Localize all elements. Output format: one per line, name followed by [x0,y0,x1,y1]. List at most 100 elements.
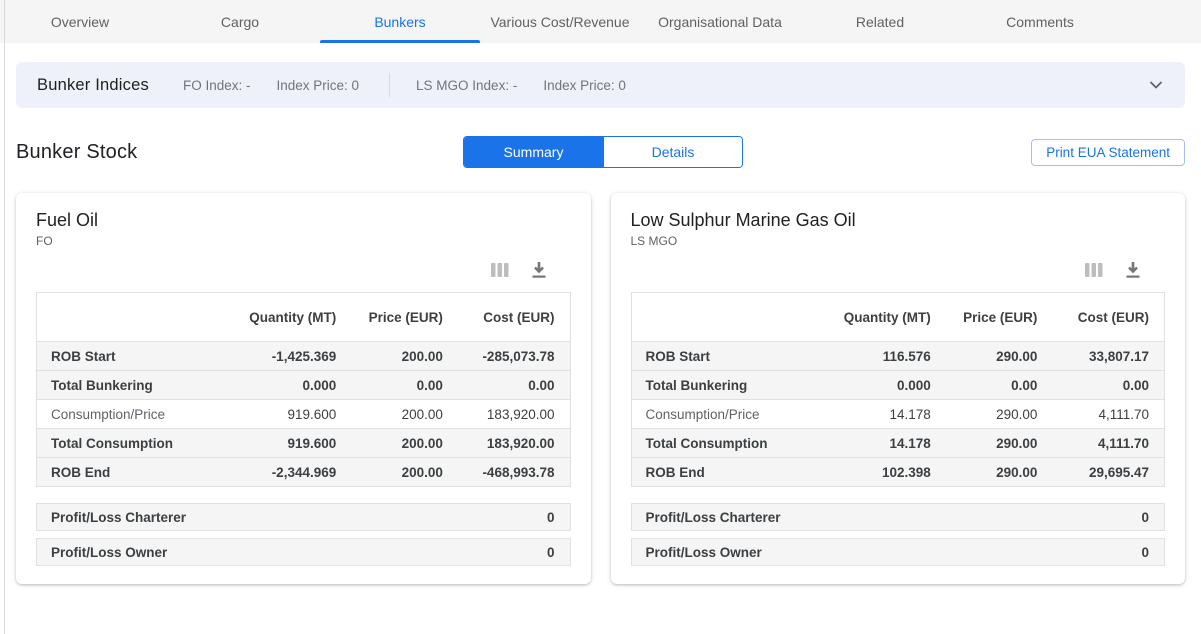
tab-bar: Overview Cargo Bunkers Various Cost/Reve… [0,0,1201,43]
page-title: Bunker Stock [16,141,137,164]
details-toggle-button[interactable]: Details [603,137,742,167]
ls-mgo-table: Quantity (MT) Price (EUR) Cost (EUR) ROB… [631,292,1166,487]
row-price: 290.00 [946,400,1053,429]
row-cost: 183,920.00 [458,400,570,429]
tab-comments[interactable]: Comments [960,0,1120,43]
bunker-indices-title: Bunker Indices [37,76,149,95]
table-actions [36,260,547,280]
row-label: ROB Start [37,342,218,371]
row-cost: -468,993.78 [458,458,570,487]
pl-value: 0 [1141,510,1149,525]
row-price: 0.00 [351,371,458,400]
table-row-total-bunkering: Total Bunkering 0.000 0.00 0.00 [631,371,1165,400]
row-price: 200.00 [351,429,458,458]
fo-index-price: Index Price: 0 [276,78,359,93]
table-header-row: Quantity (MT) Price (EUR) Cost (EUR) [37,293,571,342]
print-eua-statement-button[interactable]: Print EUA Statement [1031,139,1185,166]
row-qty: 0.000 [812,371,945,400]
row-qty: -2,344.969 [218,458,351,487]
row-cost: 4,111.70 [1052,400,1164,429]
profit-loss-owner-bar: Profit/Loss Owner 0 [36,538,571,566]
columns-icon[interactable] [1085,262,1103,278]
table-row-consumption-price: Consumption/Price 919.600 200.00 183,920… [37,400,571,429]
row-cost: 33,807.17 [1052,342,1164,371]
table-actions [631,260,1142,280]
lsmgo-index-price: Index Price: 0 [543,78,626,93]
row-label: Consumption/Price [37,400,218,429]
tab-overview[interactable]: Overview [0,0,160,43]
tab-various-cost-revenue[interactable]: Various Cost/Revenue [480,0,640,43]
tab-cargo[interactable]: Cargo [160,0,320,43]
table-row-total-consumption: Total Consumption 919.600 200.00 183,920… [37,429,571,458]
table-row-total-consumption: Total Consumption 14.178 290.00 4,111.70 [631,429,1165,458]
row-qty: 919.600 [218,429,351,458]
tab-organisational-data[interactable]: Organisational Data [640,0,800,43]
indices-divider [389,73,390,97]
row-label: Total Consumption [631,429,812,458]
pl-label: Profit/Loss Owner [646,545,762,560]
row-qty: 14.178 [812,429,945,458]
price-header: Price (EUR) [351,293,458,342]
table-row-rob-end: ROB End -2,344.969 200.00 -468,993.78 [37,458,571,487]
row-label: Total Bunkering [37,371,218,400]
columns-icon[interactable] [491,262,509,278]
row-price: 200.00 [351,342,458,371]
profit-loss-charterer-bar: Profit/Loss Charterer 0 [631,503,1166,531]
tab-bunkers[interactable]: Bunkers [320,0,480,43]
pl-label: Profit/Loss Owner [51,545,167,560]
window-left-edge [4,0,5,634]
row-qty: 919.600 [218,400,351,429]
row-qty: 102.398 [812,458,945,487]
price-header: Price (EUR) [946,293,1053,342]
row-label: Total Bunkering [631,371,812,400]
quantity-header: Quantity (MT) [218,293,351,342]
pl-label: Profit/Loss Charterer [51,510,186,525]
row-price: 200.00 [351,458,458,487]
table-row-consumption-price: Consumption/Price 14.178 290.00 4,111.70 [631,400,1165,429]
row-qty: 116.576 [812,342,945,371]
row-cost: 183,920.00 [458,429,570,458]
download-icon[interactable] [531,262,547,279]
bunker-stock-header: Bunker Stock Summary Details Print EUA S… [16,135,1185,169]
row-qty: -1,425.369 [218,342,351,371]
table-row-total-bunkering: Total Bunkering 0.000 0.00 0.00 [37,371,571,400]
empty-header-cell [631,293,812,342]
fo-index-value: FO Index: - [183,78,251,93]
card-subtitle: FO [36,234,571,248]
bunker-indices-bar[interactable]: Bunker Indices FO Index: - Index Price: … [16,62,1185,108]
lsmgo-index-value: LS MGO Index: - [416,78,517,93]
pl-label: Profit/Loss Charterer [646,510,781,525]
table-row-rob-start: ROB Start 116.576 290.00 33,807.17 [631,342,1165,371]
summary-toggle-button[interactable]: Summary [464,137,603,167]
profit-loss-owner-bar: Profit/Loss Owner 0 [631,538,1166,566]
cost-header: Cost (EUR) [1052,293,1164,342]
download-icon[interactable] [1125,262,1141,279]
ls-mgo-card: Low Sulphur Marine Gas Oil LS MGO Quanti… [611,193,1186,584]
row-label: Total Consumption [37,429,218,458]
card-subtitle: LS MGO [631,234,1166,248]
row-qty: 14.178 [812,400,945,429]
card-title: Fuel Oil [36,210,571,231]
row-label: Consumption/Price [631,400,812,429]
pl-value: 0 [547,510,555,525]
pl-value: 0 [1141,545,1149,560]
tab-related[interactable]: Related [800,0,960,43]
fuel-oil-table: Quantity (MT) Price (EUR) Cost (EUR) ROB… [36,292,571,487]
row-label: ROB End [631,458,812,487]
row-cost: 29,695.47 [1052,458,1164,487]
row-price: 200.00 [351,400,458,429]
row-cost: -285,073.78 [458,342,570,371]
empty-header-cell [37,293,218,342]
row-cost: 0.00 [1052,371,1164,400]
view-toggle: Summary Details [463,136,743,168]
table-row-rob-start: ROB Start -1,425.369 200.00 -285,073.78 [37,342,571,371]
card-title: Low Sulphur Marine Gas Oil [631,210,1166,231]
row-price: 290.00 [946,342,1053,371]
row-price: 0.00 [946,371,1053,400]
row-cost: 0.00 [458,371,570,400]
row-label: ROB Start [631,342,812,371]
chevron-down-icon[interactable] [1148,77,1164,93]
cost-header: Cost (EUR) [458,293,570,342]
fuel-oil-card: Fuel Oil FO Quantity (MT) Price (EUR) Co… [16,193,591,584]
pl-value: 0 [547,545,555,560]
